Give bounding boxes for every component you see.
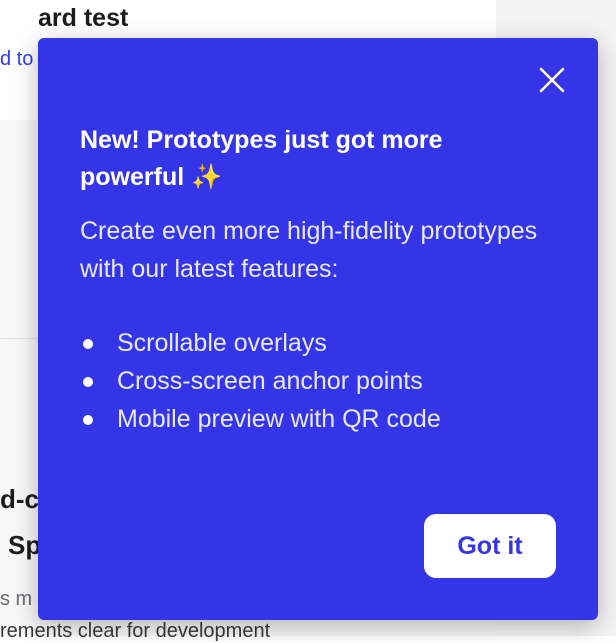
popover-description: Create even more high-fidelity prototype… [80,217,538,283]
bullet-icon [83,377,93,387]
feature-item: Scrollable overlays [80,324,441,362]
background-paragraph-line2: rements clear for development [0,620,271,642]
close-button[interactable] [536,64,568,96]
feature-list: Scrollable overlays Cross-screen anchor … [80,324,441,438]
background-card-link[interactable]: d to [0,48,33,71]
close-icon [539,67,565,93]
feature-label: Cross-screen anchor points [117,367,423,395]
background-card-title: ard test [38,4,129,32]
feature-item: Cross-screen anchor points [80,362,441,400]
got-it-button[interactable]: Got it [424,514,556,578]
feature-label: Mobile preview with QR code [117,405,441,433]
bullet-icon [83,415,93,425]
background-divider [0,338,38,339]
sparkles-icon: ✨ [191,163,223,191]
bullet-icon [83,339,93,349]
background-heading-line1: d-c [0,484,39,514]
background-heading-line2: Sp [8,530,42,560]
popover-title: New! Prototypes just got more powerful ✨ [80,122,520,196]
feature-label: Scrollable overlays [117,329,327,357]
announcement-popover: New! Prototypes just got more powerful ✨… [38,38,598,620]
popover-title-text: New! Prototypes just got more powerful [80,126,443,191]
background-paragraph-line1: s m [0,588,33,610]
feature-item: Mobile preview with QR code [80,400,441,438]
